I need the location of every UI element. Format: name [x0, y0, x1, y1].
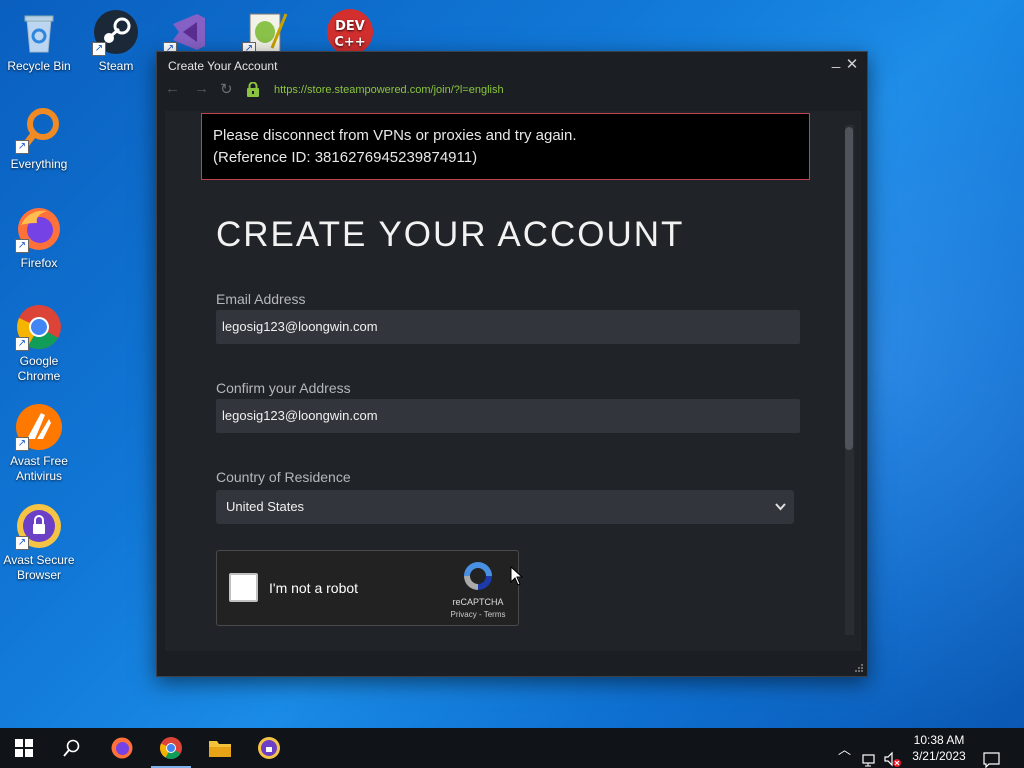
navigation-bar: ← → ↻ https://store.steampowered.com/joi…: [157, 79, 867, 101]
desktop-icon-label: Recycle Bin: [7, 59, 71, 73]
recaptcha-checkbox[interactable]: [229, 573, 258, 602]
clock-time: 10:38 AM: [913, 733, 965, 747]
search-button[interactable]: [48, 728, 96, 768]
firefox-icon: ↗: [15, 205, 63, 253]
chrome-icon: [160, 737, 182, 759]
error-banner: Please disconnect from VPNs or proxies a…: [201, 113, 810, 180]
window-title: Create Your Account: [168, 59, 278, 73]
desktop-icon-label: Avast Secure Browser: [3, 553, 75, 582]
shortcut-arrow-icon: ↗: [92, 42, 106, 56]
taskbar-chrome[interactable]: [147, 728, 195, 768]
recaptcha-brand: reCAPTCHA: [452, 597, 504, 607]
svg-text:C++: C++: [334, 35, 365, 50]
visual-studio-icon: ↗: [163, 8, 211, 56]
taskbar: ︿ 10:38 AM 3/21/2023: [0, 728, 1024, 768]
recaptcha-logo-icon: [464, 562, 492, 590]
desktop-icon-google-chrome[interactable]: ↗ Google Chrome: [1, 303, 77, 384]
mouse-cursor-icon: [510, 566, 524, 586]
dev-cpp-icon: DEV C++: [326, 8, 374, 56]
desktop-icon-label: Steam: [98, 59, 134, 73]
desktop-icon-label: Avast Free Antivirus: [10, 454, 68, 483]
avast-antivirus-icon: ↗: [15, 403, 63, 451]
shortcut-arrow-icon: ↗: [15, 437, 29, 451]
taskbar-avast-secure-browser[interactable]: [245, 728, 293, 768]
taskbar-firefox[interactable]: [98, 728, 146, 768]
desktop-icon-steam[interactable]: ↗ Steam: [78, 8, 154, 74]
country-label: Country of Residence: [216, 469, 351, 485]
avast-secure-browser-icon: [258, 737, 280, 759]
recycle-bin-icon: [15, 8, 63, 56]
recaptcha-label: I'm not a robot: [269, 580, 359, 596]
email-field[interactable]: legosig123@loongwin.com: [216, 310, 800, 344]
steam-icon: ↗: [92, 8, 140, 56]
resize-grip-icon[interactable]: [854, 663, 864, 673]
desktop-icon-label: Everything: [10, 157, 68, 171]
firefox-icon: [111, 737, 133, 759]
desktop-icon-label: Firefox: [20, 256, 58, 270]
network-icon[interactable]: [862, 741, 878, 768]
shortcut-arrow-icon: ↗: [15, 239, 29, 253]
desktop-icon-firefox[interactable]: ↗ Firefox: [1, 205, 77, 271]
page-title: CREATE YOUR ACCOUNT: [216, 215, 685, 254]
confirm-email-field[interactable]: legosig123@loongwin.com: [216, 399, 800, 433]
desktop-icon-avast-secure-browser[interactable]: ↗ Avast Secure Browser: [1, 502, 77, 583]
confirm-email-label: Confirm your Address: [216, 380, 351, 396]
desktop-icon-recycle-bin[interactable]: Recycle Bin: [1, 8, 77, 74]
folder-icon: [209, 741, 231, 757]
lock-icon: [247, 82, 259, 97]
window-titlebar[interactable]: Create Your Account _ ✕: [157, 52, 867, 79]
scrollbar-thumb[interactable]: [845, 127, 853, 450]
url-text[interactable]: https://store.steampowered.com/join/?l=e…: [274, 84, 504, 96]
desktop-icon-avast-antivirus[interactable]: ↗ Avast Free Antivirus: [1, 403, 77, 484]
desktop-icon-label: Google Chrome: [17, 354, 61, 383]
shortcut-arrow-icon: ↗: [15, 140, 29, 154]
everything-search-icon: ↗: [15, 106, 63, 154]
forward-icon[interactable]: →: [194, 80, 209, 97]
chrome-icon: ↗: [15, 303, 63, 351]
desktop-icon-everything[interactable]: ↗ Everything: [1, 106, 77, 172]
notification-icon[interactable]: [983, 740, 1000, 768]
country-selected-value: United States: [226, 499, 305, 514]
avast-secure-browser-icon: ↗: [15, 502, 63, 550]
svg-text:DEV: DEV: [335, 19, 365, 34]
recaptcha-privacy-terms-link[interactable]: Privacy - Terms: [443, 610, 513, 619]
clock-date: 3/21/2023: [912, 749, 966, 763]
error-reference-id: (Reference ID: 3816276945239874911): [213, 149, 478, 166]
chevron-down-icon: [775, 490, 786, 537]
system-clock[interactable]: 10:38 AM 3/21/2023: [902, 732, 976, 764]
error-message: Please disconnect from VPNs or proxies a…: [213, 127, 577, 144]
volume-muted-icon[interactable]: [884, 740, 902, 768]
shortcut-arrow-icon: ↗: [15, 337, 29, 351]
close-button[interactable]: ✕: [844, 55, 860, 73]
chevron-up-icon[interactable]: ︿: [838, 739, 851, 768]
shortcut-arrow-icon: ↗: [15, 536, 29, 550]
email-label: Email Address: [216, 291, 306, 307]
back-icon[interactable]: ←: [165, 80, 180, 97]
reload-icon[interactable]: ↻: [220, 80, 233, 98]
recaptcha-widget: I'm not a robot reCAPTCHA Privacy - Term…: [216, 550, 519, 626]
notepad-plus-icon: ↗: [242, 8, 290, 56]
country-select[interactable]: United States: [216, 490, 794, 524]
windows-logo-icon: [15, 739, 33, 757]
start-button[interactable]: [0, 728, 48, 768]
search-icon: [63, 739, 80, 757]
minimize-button[interactable]: _: [828, 52, 844, 69]
taskbar-file-explorer[interactable]: [196, 728, 244, 768]
